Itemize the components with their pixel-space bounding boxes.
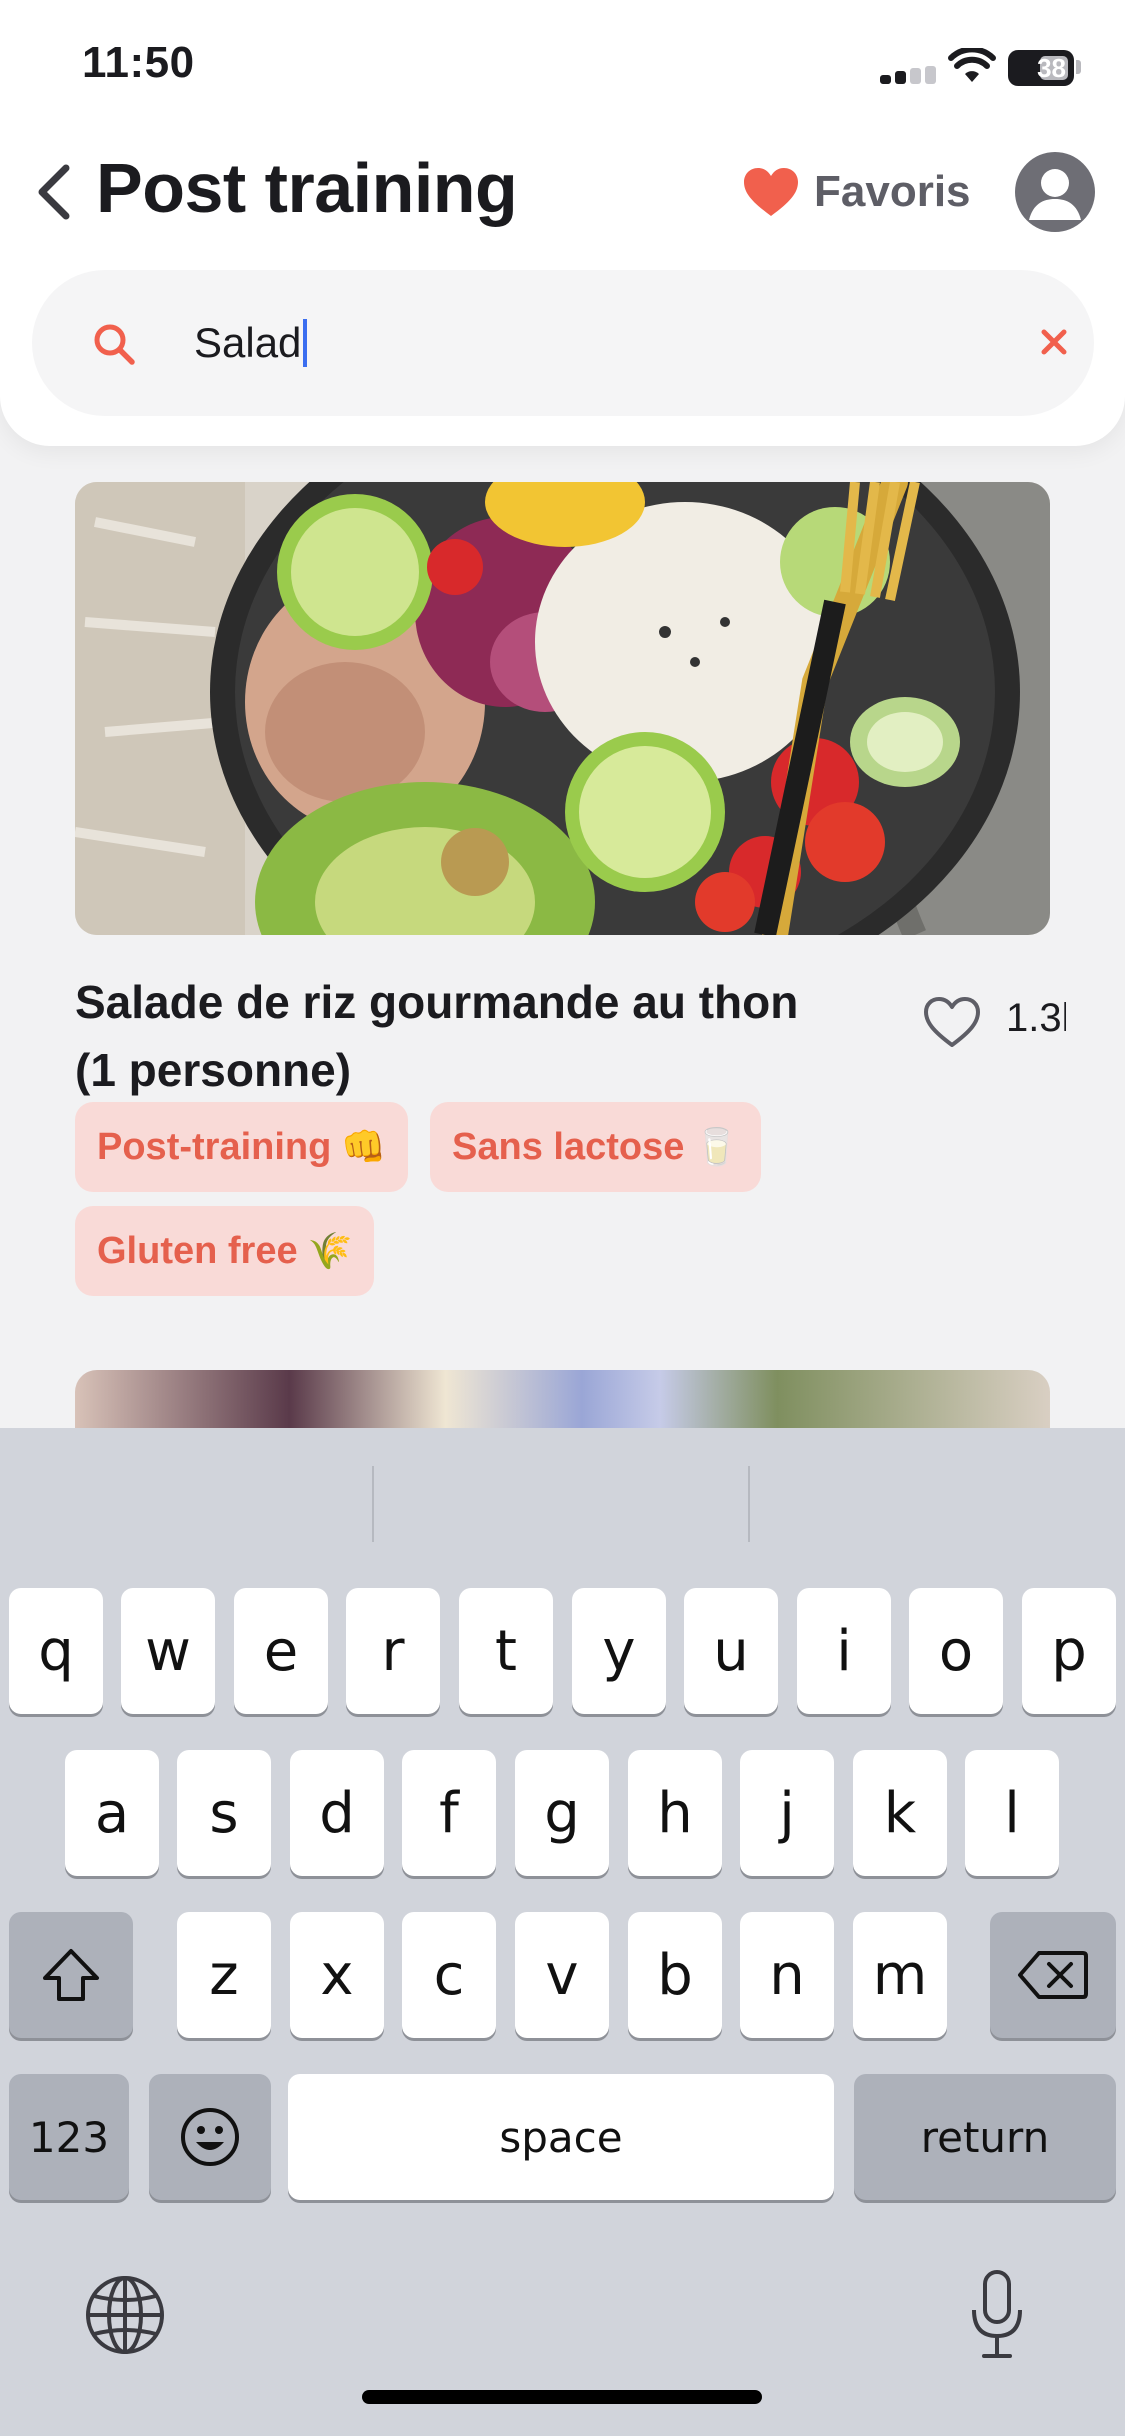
suggestion-divider xyxy=(372,1466,374,1542)
shift-key[interactable] xyxy=(9,1912,133,2038)
key-p[interactable]: p xyxy=(1022,1588,1116,1714)
key-y[interactable]: y xyxy=(572,1588,666,1714)
like-count: 1.3k xyxy=(1006,996,1066,1040)
status-time: 11:50 xyxy=(82,38,195,87)
backspace-icon xyxy=(1018,1951,1088,1999)
battery-level: 38 xyxy=(1037,52,1066,83)
tag-label: Gluten free xyxy=(97,1229,298,1272)
smiley-icon xyxy=(181,2108,239,2166)
microphone-icon[interactable] xyxy=(966,2268,1028,2362)
search-value: Salad xyxy=(194,319,302,366)
key-q[interactable]: q xyxy=(9,1588,103,1714)
emoji-key[interactable] xyxy=(149,2074,271,2200)
recipe-title[interactable]: Salade de riz gourmande au thon (1 perso… xyxy=(75,968,905,1104)
recipe-title-line1: Salade de riz gourmande au thon xyxy=(75,976,799,1028)
delete-key[interactable] xyxy=(990,1912,1116,2038)
return-key[interactable]: return xyxy=(854,2074,1116,2200)
key-c[interactable]: c xyxy=(402,1912,496,2038)
search-bar[interactable]: Salad xyxy=(32,270,1094,416)
key-v[interactable]: v xyxy=(515,1912,609,2038)
key-s[interactable]: s xyxy=(177,1750,271,1876)
cellular-signal-icon xyxy=(880,66,936,84)
favorites-button[interactable]: Favoris xyxy=(742,160,971,224)
key-z[interactable]: z xyxy=(177,1912,271,2038)
key-w[interactable]: w xyxy=(121,1588,215,1714)
key-h[interactable]: h xyxy=(628,1750,722,1876)
heart-outline-icon[interactable] xyxy=(922,995,982,1049)
recipe-title-line2: (1 personne) xyxy=(75,1044,352,1096)
tag-gluten-free[interactable]: Gluten free 🌾 xyxy=(75,1206,375,1296)
next-recipe-image[interactable] xyxy=(75,1370,1050,1430)
tag-sans-lactose[interactable]: Sans lactose 🥛 xyxy=(430,1102,762,1192)
key-i[interactable]: i xyxy=(797,1588,891,1714)
recipe-image[interactable] xyxy=(75,482,1050,935)
wifi-icon xyxy=(948,48,996,82)
key-g[interactable]: g xyxy=(515,1750,609,1876)
suggestion-divider xyxy=(748,1466,750,1542)
key-k[interactable]: k xyxy=(853,1750,947,1876)
key-a[interactable]: a xyxy=(65,1750,159,1876)
home-indicator xyxy=(362,2390,762,2404)
tag-label: Post-training xyxy=(97,1125,332,1168)
key-l[interactable]: l xyxy=(965,1750,1059,1876)
key-b[interactable]: b xyxy=(628,1912,722,2038)
key-e[interactable]: e xyxy=(234,1588,328,1714)
favorites-label: Favoris xyxy=(814,167,971,216)
avatar[interactable] xyxy=(1015,152,1095,232)
search-input[interactable]: Salad xyxy=(194,310,308,376)
space-key[interactable]: space xyxy=(288,2074,834,2200)
tag-post-training[interactable]: Post-training 👊 xyxy=(75,1102,409,1192)
battery-icon: 38 xyxy=(1008,50,1074,86)
key-r[interactable]: r xyxy=(346,1588,440,1714)
key-o[interactable]: o xyxy=(909,1588,1003,1714)
top-header: 11:50 38 Post training Favoris Salad xyxy=(0,0,1125,446)
user-icon xyxy=(1029,169,1081,220)
back-chevron-icon[interactable] xyxy=(28,160,80,224)
wheat-emoji-icon: 🌾 xyxy=(307,1230,353,1271)
key-t[interactable]: t xyxy=(459,1588,553,1714)
heart-filled-icon xyxy=(744,168,798,216)
clear-search-icon[interactable] xyxy=(1034,322,1074,362)
milk-emoji-icon: 🥛 xyxy=(694,1126,740,1167)
page-title: Post training xyxy=(96,149,518,227)
key-d[interactable]: d xyxy=(290,1750,384,1876)
key-f[interactable]: f xyxy=(402,1750,496,1876)
key-x[interactable]: x xyxy=(290,1912,384,2038)
numbers-key[interactable]: 123 xyxy=(9,2074,129,2200)
key-u[interactable]: u xyxy=(684,1588,778,1714)
search-icon xyxy=(94,324,135,365)
battery-tip xyxy=(1076,60,1081,74)
tag-label: Sans lactose xyxy=(452,1125,685,1168)
shift-arrow-icon xyxy=(43,1949,99,2001)
globe-icon[interactable] xyxy=(84,2274,166,2356)
key-j[interactable]: j xyxy=(740,1750,834,1876)
fist-emoji-icon: 👊 xyxy=(341,1126,387,1167)
key-n[interactable]: n xyxy=(740,1912,834,2038)
keyboard: q w e r t y u i o p a s d f g h j k l z … xyxy=(0,1428,1125,2436)
key-m[interactable]: m xyxy=(853,1912,947,2038)
text-cursor xyxy=(303,319,308,367)
